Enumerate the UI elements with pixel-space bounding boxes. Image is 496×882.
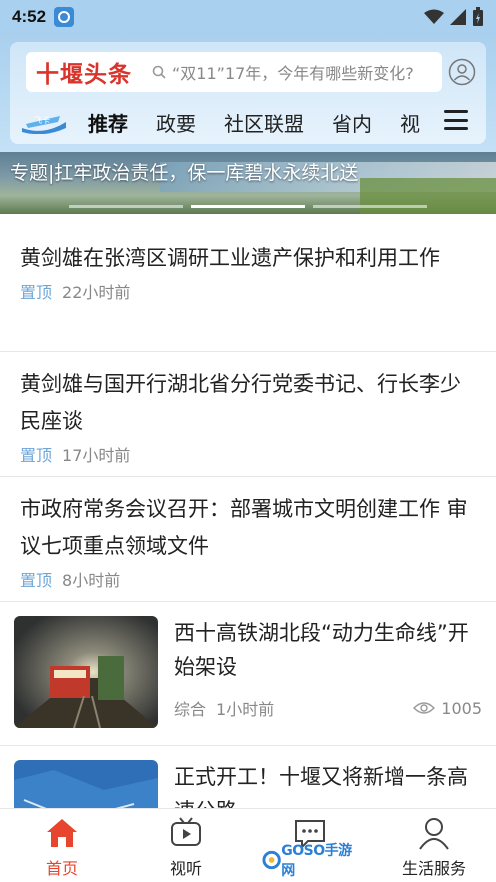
news-meta: 置顶 8小时前 [20,567,476,591]
tab-life-services[interactable]: 生活服务 [372,809,496,882]
news-time: 8小时前 [62,571,121,590]
news-time: 1小时前 [216,700,275,719]
category-tag: 综合 [174,700,207,719]
pinned-tag: 置顶 [20,446,53,465]
news-thumbnail [14,616,158,728]
status-icons [424,7,484,27]
channel-nav: 飞卡 推荐 政要 社区联盟 省内 视 [10,102,486,142]
banner-dot[interactable] [69,205,183,208]
tab-media[interactable]: 视听 [124,809,248,882]
news-title: 西十高铁湖北段“动力生命线”开始架设 [174,621,469,679]
user-profile-icon[interactable] [448,58,476,86]
tab-home-label: 首页 [45,859,78,878]
banner-pagination [0,205,496,208]
channel-tabs: 推荐 政要 社区联盟 省内 视 [88,108,428,137]
news-title: 正式开工！十堰又将新增一条高速公路 [174,765,468,808]
tab-media-label: 视听 [169,859,202,878]
nav-logo-text: 飞卡 [34,115,50,125]
news-item[interactable]: 市政府常务会议召开：部署城市文明创建工作 审议七项重点领域文件 置顶 8小时前 [0,477,496,602]
eye-icon [413,702,436,714]
news-meta: 置顶 22小时前 [20,279,476,303]
home-icon [47,819,77,847]
views-number: 1005 [441,698,482,718]
news-item[interactable]: 黄剑雄与国开行湖北省分行党委书记、行长李少民座谈 置顶 17小时前 [0,352,496,477]
tab-recommend[interactable]: 推荐 [88,108,128,137]
tab-politics[interactable]: 政要 [156,108,196,137]
news-item[interactable]: 黄剑雄在张湾区调研工业遗产保护和利用工作 置顶 22小时前 [0,214,496,352]
news-body: 西十高铁湖北段“动力生命线”开始架设 综合 1小时前 1005 [174,616,482,745]
channel-menu-icon[interactable] [444,110,468,130]
signal-icon [450,9,466,25]
banner-title: 专题|扛牢政治责任，保一库碧水永续北送 [10,162,359,184]
tab-home[interactable]: 首页 [0,809,124,882]
views-count: 1005 [413,699,482,718]
app-notification-icon [54,7,75,27]
top-banner[interactable]: 专题|扛牢政治责任，保一库碧水永续北送 [0,152,496,214]
news-time: 17小时前 [62,446,131,465]
site-watermark: GOSO手游网 [262,843,362,879]
news-meta: 综合 1小时前 1005 [174,696,482,720]
status-bar: 4:52 [0,0,496,34]
news-time: 22小时前 [62,283,131,302]
tab-life-services-label: 生活服务 [401,859,466,878]
news-title: 黄剑雄与国开行湖北省分行党委书记、行长李少民座谈 [20,372,461,433]
banner-dot-active[interactable] [191,205,305,208]
header-panel: 十堰头条 “双11”17年，今年有哪些新变化? 飞卡 推荐 政要 社区联盟 省内… [10,42,486,144]
status-time: 4:52 [12,7,47,26]
tab-province[interactable]: 省内 [332,108,372,137]
battery-icon [473,7,483,26]
app-logo: 十堰头条 [26,52,142,92]
search-placeholder: “双11”17年，今年有哪些新变化? [172,64,414,83]
search-bar[interactable]: “双11”17年，今年有哪些新变化? [142,52,442,92]
banner-image-field [360,178,496,214]
news-meta: 置顶 17小时前 [20,442,476,466]
news-feed: 黄剑雄在张湾区调研工业遗产保护和利用工作 置顶 22小时前 黄剑雄与国开行湖北省… [0,214,496,808]
banner-dot[interactable] [313,205,427,208]
bottom-tab-bar: 首页 视听 生活服务 [0,808,496,882]
video-play-icon [171,817,201,846]
news-body: 正式开工！十堰又将新增一条高速公路 [174,760,482,808]
search-icon [152,65,166,79]
watermark-logo-icon [262,850,281,870]
app-header: 十堰头条 “双11”17年，今年有哪些新变化? 飞卡 推荐 政要 社区联盟 省内… [0,34,496,152]
pinned-tag: 置顶 [20,571,53,590]
tab-community[interactable]: 社区联盟 [224,108,304,137]
news-title: 黄剑雄在张湾区调研工业遗产保护和利用工作 [20,246,440,270]
news-item-with-image[interactable]: 正式开工！十堰又将新增一条高速公路 [0,746,496,808]
news-item-with-image[interactable]: 西十高铁湖北段“动力生命线”开始架设 综合 1小时前 1005 [0,602,496,746]
news-thumbnail [14,760,158,808]
feika-logo-icon[interactable]: 飞卡 [20,110,68,134]
wifi-icon [424,9,444,24]
pinned-tag: 置顶 [20,283,53,302]
user-icon [419,818,449,850]
news-title: 市政府常务会议召开：部署城市文明创建工作 审议七项重点领域文件 [20,497,468,558]
tab-video[interactable]: 视 [400,108,420,137]
watermark-text: GOSO手游网 [281,843,352,879]
